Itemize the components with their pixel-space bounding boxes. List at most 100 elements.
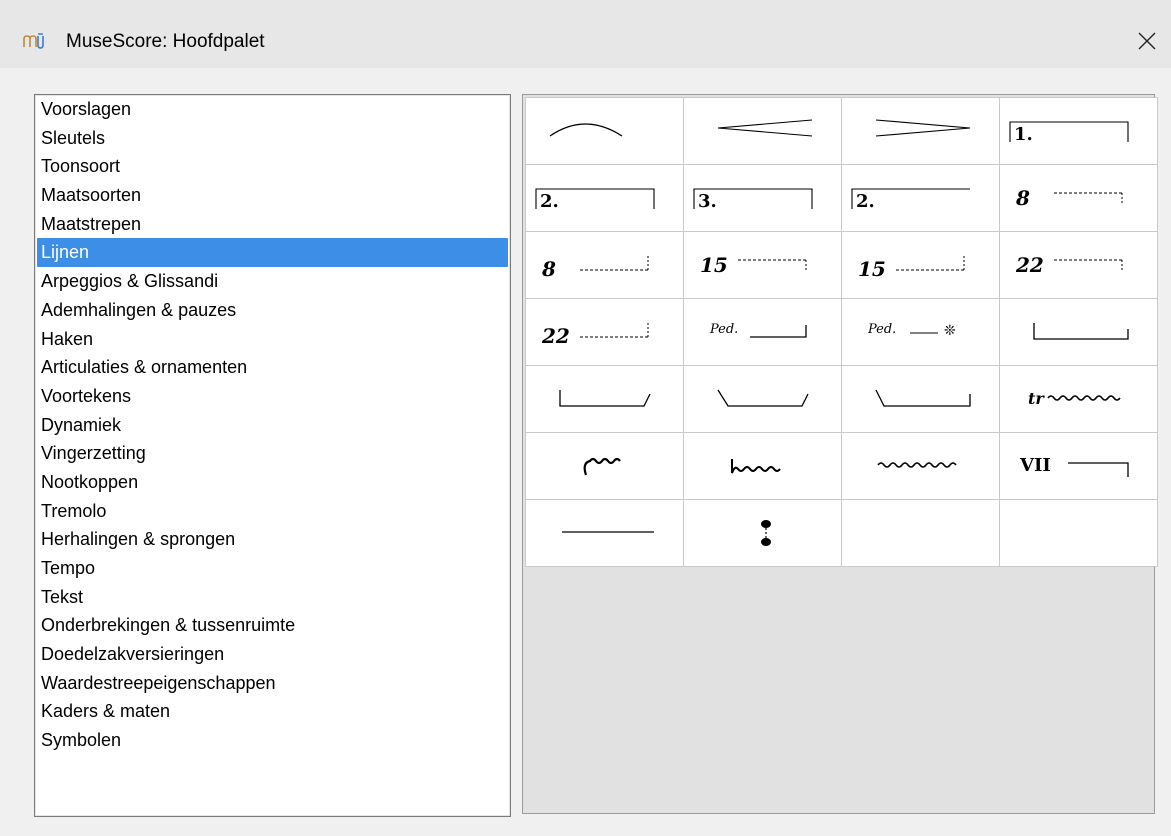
palette-cell[interactable]: 2.: [842, 165, 999, 231]
diminuendo-hairpin-icon: [875, 119, 970, 137]
palette-cell[interactable]: [684, 433, 841, 499]
category-item[interactable]: Maatstrepen: [35, 210, 510, 239]
palette-cell[interactable]: 1.: [1000, 98, 1157, 164]
palette-cell-empty: [1000, 500, 1157, 566]
ottava-alta-icon: 15: [700, 253, 806, 277]
palette-cell[interactable]: [526, 98, 683, 164]
palette-cell-label: 2.: [856, 191, 875, 212]
title-bar: MuseScore: Hoofdpalet: [0, 0, 1171, 68]
palette-cell[interactable]: Ped.: [684, 299, 841, 365]
palette-cell[interactable]: [1000, 299, 1157, 365]
category-item[interactable]: Haken: [35, 325, 510, 354]
category-item[interactable]: Maatsoorten: [35, 181, 510, 210]
palette-cell-label: 22: [541, 324, 570, 348]
category-item[interactable]: Voortekens: [35, 382, 510, 411]
prallprall-line-icon: [876, 462, 957, 468]
palette-cell-label: 1.: [1014, 124, 1033, 145]
trill-line-icon: tr: [1028, 389, 1121, 408]
window-title: MuseScore: Hoofdpalet: [66, 31, 265, 52]
palette-cell[interactable]: [526, 433, 683, 499]
palette-cell[interactable]: [842, 98, 999, 164]
palette-cell-label: Ped.: [709, 322, 738, 337]
palette-cell[interactable]: VII: [1000, 433, 1157, 499]
palette-cell-label: tr: [1028, 389, 1045, 408]
plain-line-icon: [561, 531, 654, 533]
palette-cell[interactable]: Ped. ❊: [842, 299, 999, 365]
palette-cell[interactable]: [526, 366, 683, 432]
category-item[interactable]: Tekst: [35, 583, 510, 612]
category-item[interactable]: Tremolo: [35, 497, 510, 526]
volta-open-icon: 2.: [850, 188, 970, 212]
pedal-line-icon: Ped.: [709, 322, 807, 338]
ottava-alta-icon: 8: [1015, 186, 1122, 210]
category-item[interactable]: Symbolen: [35, 726, 510, 755]
category-item[interactable]: Lijnen: [37, 238, 508, 268]
ottava-bassa-icon: 8: [541, 256, 648, 281]
category-item[interactable]: Toonsoort: [35, 152, 510, 181]
pedal-bracket-angled-start-icon: [874, 389, 971, 407]
palette-cell-label: Ped.: [867, 322, 896, 337]
slur-icon: [549, 123, 622, 137]
category-item[interactable]: Kaders & maten: [35, 697, 510, 726]
pedal-bracket-angled-end-icon: [558, 390, 651, 407]
close-icon: [1138, 32, 1156, 50]
palette-cell-label: 2.: [540, 191, 559, 212]
palette-cell-empty: [842, 500, 999, 566]
palette-cell[interactable]: 22: [526, 299, 683, 365]
palette-cell[interactable]: tr: [1000, 366, 1157, 432]
category-item[interactable]: Waardestreepeigenschappen: [35, 669, 510, 698]
category-item[interactable]: Doedelzakversieringen: [35, 640, 510, 669]
category-item[interactable]: Tempo: [35, 554, 510, 583]
volta-icon: 1.: [1008, 121, 1129, 145]
palette-cell-label: 3.: [698, 191, 717, 212]
category-item[interactable]: Vingerzetting: [35, 439, 510, 468]
let-ring-vii-icon: VII: [1019, 455, 1129, 477]
palette-panel: 1. 2. 3. 2. 8 8 15 15 22 22 Ped. Ped. ❊ tr VII: [522, 94, 1158, 814]
palette-cell-label: 8: [1015, 186, 1030, 210]
palette-cell[interactable]: 8: [526, 232, 683, 298]
category-item[interactable]: Onderbrekingen & tussenruimte: [35, 611, 510, 640]
palette-cell[interactable]: [526, 500, 683, 566]
palette-cell[interactable]: [684, 366, 841, 432]
ottava-alta-icon: 22: [1015, 253, 1122, 277]
palette-cell-label: 8: [541, 257, 556, 281]
category-item[interactable]: Arpeggios & Glissandi: [35, 267, 510, 296]
volta-icon: 3.: [692, 188, 813, 212]
category-item[interactable]: Dynamiek: [35, 411, 510, 440]
musescore-logo-icon: [23, 33, 44, 49]
ambitus-icon: [760, 520, 771, 546]
crescendo-hairpin-icon: [717, 119, 812, 137]
palette-cell[interactable]: 15: [842, 232, 999, 298]
svg-text:❊: ❊: [944, 323, 956, 339]
palette-cell-label: 15: [700, 253, 728, 277]
palette-cell[interactable]: [684, 98, 841, 164]
category-item[interactable]: Articulaties & ornamenten: [35, 353, 510, 382]
category-item[interactable]: Ademhalingen & pauzes: [35, 296, 510, 325]
palette-cell[interactable]: 3.: [684, 165, 841, 231]
palette-cell[interactable]: 15: [684, 232, 841, 298]
palette-window: MuseScore: Hoofdpalet Voorslagen Sleutels…: [0, 0, 1171, 836]
category-item[interactable]: Sleutels: [35, 124, 510, 153]
palette-cell[interactable]: 8: [1000, 165, 1157, 231]
category-item[interactable]: Voorslagen: [35, 95, 510, 124]
close-button[interactable]: [1124, 20, 1170, 62]
palette-cell[interactable]: [684, 500, 841, 566]
palette-cell-label: 15: [858, 257, 886, 281]
palette-cell-label: VII: [1019, 455, 1051, 476]
category-item[interactable]: Herhalingen & sprongen: [35, 525, 510, 554]
pedal-bracket-icon: [1032, 323, 1129, 340]
volta-icon: 2.: [534, 188, 655, 212]
palette-cell[interactable]: [842, 366, 999, 432]
palette-cell[interactable]: 2.: [526, 165, 683, 231]
palette-cell[interactable]: 22: [1000, 232, 1157, 298]
category-item[interactable]: Nootkoppen: [35, 468, 510, 497]
palette-category-list[interactable]: Voorslagen Sleutels Toonsoort Maatsoorten Ma…: [34, 94, 511, 817]
ottava-bassa-icon: 22: [541, 323, 648, 348]
palette-cell[interactable]: [842, 433, 999, 499]
pedal-bracket-angled-both-icon: [716, 389, 809, 407]
upprall-line-icon: [583, 457, 621, 476]
palette-cell-label: 22: [1015, 253, 1044, 277]
ottava-bassa-icon: 15: [858, 256, 964, 281]
downprall-line-icon: [730, 459, 781, 474]
pedal-asterisk-icon: Ped. ❊: [867, 322, 956, 339]
